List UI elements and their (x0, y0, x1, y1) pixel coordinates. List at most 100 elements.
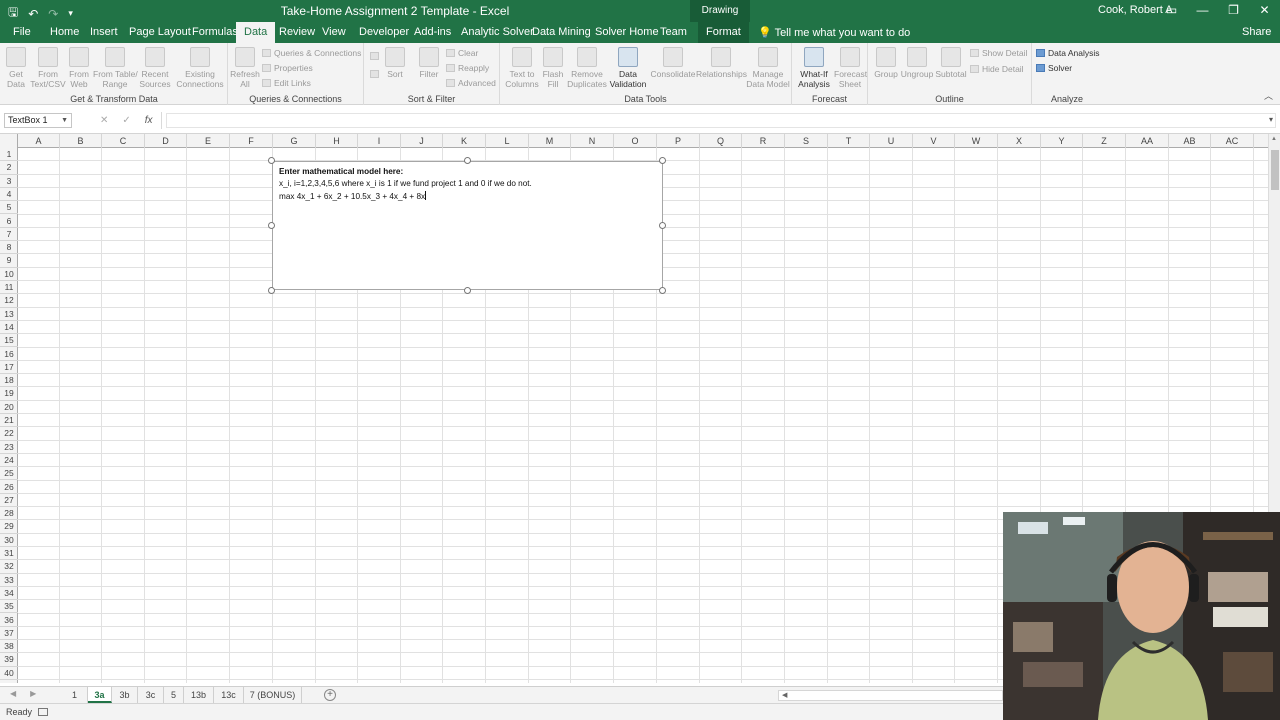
edit-links-button[interactable]: Edit Links (262, 78, 311, 88)
row-header[interactable]: 27 (0, 494, 18, 508)
tab-analytic-solver[interactable]: Analytic Solver (461, 26, 534, 38)
row-header[interactable]: 40 (0, 667, 18, 680)
resize-handle-bottom-left[interactable] (268, 287, 275, 294)
column-header[interactable]: W (955, 134, 998, 148)
tab-format[interactable]: Format (698, 22, 749, 43)
resize-handle-right[interactable] (659, 222, 666, 229)
resize-handle-top-right[interactable] (659, 157, 666, 164)
queries-connections-button[interactable]: Queries & Connections (262, 48, 361, 58)
subtotal-button[interactable]: Subtotal (934, 47, 968, 79)
row-header[interactable]: 32 (0, 560, 18, 574)
expand-formula-bar-icon[interactable]: ▾ (1269, 115, 1273, 124)
collapse-ribbon-icon[interactable]: ︿ (1264, 89, 1273, 102)
row-header[interactable]: 24 (0, 454, 18, 468)
what-if-analysis-button[interactable]: What-If Analysis (794, 47, 834, 89)
column-header[interactable]: T (828, 134, 870, 148)
next-sheet-icon[interactable]: ▶ (30, 689, 36, 698)
row-header[interactable]: 38 (0, 640, 18, 654)
tab-insert[interactable]: Insert (90, 26, 118, 38)
row-header[interactable]: 14 (0, 321, 18, 335)
existing-connections-button[interactable]: Existing Connections (174, 47, 226, 89)
resize-handle-top[interactable] (464, 157, 471, 164)
properties-button[interactable]: Properties (262, 63, 313, 73)
sort-descending-button[interactable] (370, 69, 382, 79)
macro-record-icon[interactable] (38, 708, 48, 716)
row-header[interactable]: 6 (0, 215, 18, 228)
row-header[interactable]: 3 (0, 175, 18, 188)
column-header[interactable]: AC (1211, 134, 1254, 148)
column-header[interactable]: A (18, 134, 60, 148)
column-header[interactable]: R (742, 134, 785, 148)
from-text-csv-button[interactable]: From Text/CSV (30, 47, 66, 89)
clear-button[interactable]: Clear (446, 48, 478, 58)
tab-page-layout[interactable]: Page Layout (129, 26, 191, 38)
tab-solver-home[interactable]: Solver Home (595, 26, 659, 38)
sheet-tab-3a[interactable]: 3a (88, 687, 112, 703)
column-header[interactable]: H (316, 134, 358, 148)
column-header[interactable]: Z (1083, 134, 1126, 148)
sheet-tab-3b[interactable]: 3b (112, 687, 138, 703)
flash-fill-button[interactable]: Flash Fill (542, 47, 564, 89)
row-header[interactable]: 18 (0, 374, 18, 388)
manage-data-model-button[interactable]: Manage Data Model (746, 47, 790, 89)
remove-duplicates-button[interactable]: Remove Duplicates (566, 47, 608, 89)
sheet-tab-1[interactable]: 1 (62, 687, 88, 703)
row-header[interactable]: 10 (0, 268, 18, 281)
row-header[interactable]: 28 (0, 507, 18, 521)
sheet-tab-13c[interactable]: 13c (214, 687, 244, 703)
row-header[interactable]: 17 (0, 361, 18, 375)
column-header[interactable]: J (401, 134, 443, 148)
hide-detail-button[interactable]: Hide Detail (970, 64, 1024, 74)
row-header[interactable]: 20 (0, 401, 18, 414)
row-header[interactable]: 1 (0, 148, 18, 162)
scroll-left-icon[interactable]: ◀ (782, 691, 787, 699)
scrollbar-thumb[interactable] (1271, 150, 1279, 190)
cancel-icon[interactable]: ✕ (100, 115, 108, 126)
row-header[interactable]: 25 (0, 467, 18, 481)
text-to-columns-button[interactable]: Text to Columns (504, 47, 540, 89)
row-header[interactable]: 30 (0, 534, 18, 547)
column-header[interactable]: U (870, 134, 913, 148)
column-header[interactable]: N (571, 134, 614, 148)
prev-sheet-icon[interactable]: ◀ (10, 689, 16, 698)
tab-team[interactable]: Team (660, 26, 687, 38)
add-sheet-button[interactable]: + (324, 689, 336, 701)
tab-formulas[interactable]: Formulas (192, 26, 238, 38)
row-header[interactable]: 26 (0, 481, 18, 494)
column-header[interactable]: Q (700, 134, 742, 148)
reapply-button[interactable]: Reapply (446, 63, 489, 73)
row-header[interactable]: 2 (0, 161, 18, 175)
sheet-tab-5[interactable]: 5 (164, 687, 184, 703)
sort-button[interactable]: Sort (384, 47, 406, 79)
tab-add-ins[interactable]: Add-ins (414, 26, 451, 38)
data-analysis-button[interactable]: Data Analysis (1036, 48, 1100, 58)
row-header[interactable]: 21 (0, 414, 18, 428)
from-web-button[interactable]: From Web (66, 47, 92, 89)
column-header[interactable]: L (486, 134, 529, 148)
forecast-sheet-button[interactable]: Forecast Sheet (834, 47, 867, 89)
show-detail-button[interactable]: Show Detail (970, 48, 1027, 58)
column-header[interactable]: M (529, 134, 571, 148)
row-header[interactable]: 9 (0, 254, 18, 268)
chevron-down-icon[interactable]: ▼ (61, 114, 68, 127)
name-box[interactable]: TextBox 1 ▼ (4, 113, 72, 128)
tab-data[interactable]: Data (236, 22, 276, 43)
column-header[interactable]: X (998, 134, 1041, 148)
row-header[interactable]: 29 (0, 520, 18, 534)
restore-icon[interactable]: ❐ (1218, 0, 1249, 22)
row-header[interactable]: 34 (0, 587, 18, 601)
solver-button[interactable]: Solver (1036, 63, 1072, 73)
column-header[interactable]: B (60, 134, 102, 148)
column-header[interactable]: V (913, 134, 955, 148)
resize-handle-bottom[interactable] (464, 287, 471, 294)
tab-file[interactable]: File (13, 26, 31, 38)
sheet-tab-13b[interactable]: 13b (184, 687, 214, 703)
row-header[interactable]: 19 (0, 387, 18, 401)
resize-handle-left[interactable] (268, 222, 275, 229)
row-header[interactable]: 35 (0, 600, 18, 614)
row-header[interactable]: 23 (0, 441, 18, 454)
column-header[interactable]: P (657, 134, 700, 148)
column-header[interactable]: Y (1041, 134, 1083, 148)
row-header[interactable]: 39 (0, 653, 18, 667)
recent-sources-button[interactable]: Recent Sources (138, 47, 172, 89)
